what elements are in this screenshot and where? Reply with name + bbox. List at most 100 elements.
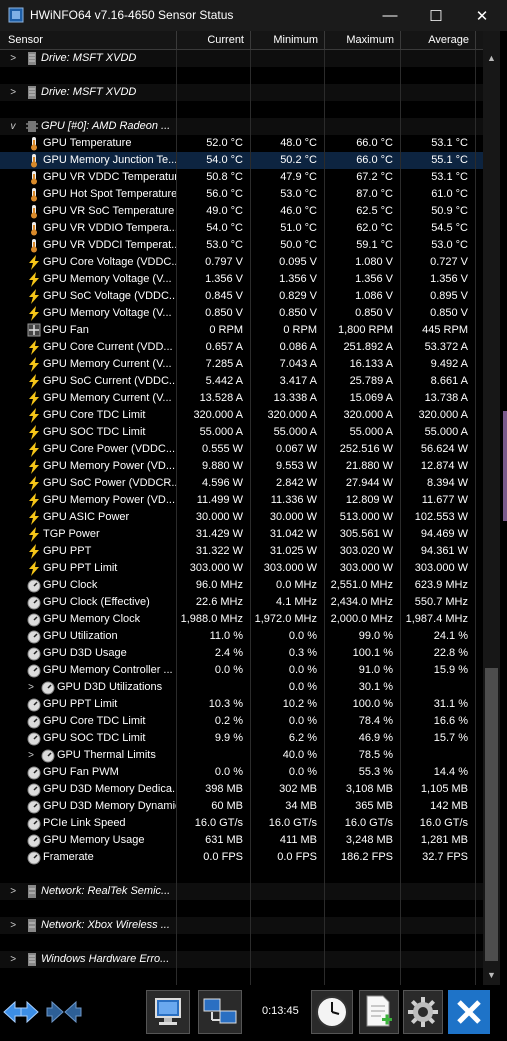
sensor-name-cell: > GPU Thermal Limits xyxy=(0,747,177,764)
lightning-icon xyxy=(27,493,41,508)
logging-button[interactable] xyxy=(359,990,399,1034)
sensor-row[interactable]: GPU VR SoC Temperature 49.0 °C 46.0 °C 62.5… xyxy=(0,203,483,220)
sensor-row[interactable]: GPU Temperature 52.0 °C 48.0 °C 66.0 °C 53.1… xyxy=(0,135,483,152)
close-sensors-button[interactable] xyxy=(448,990,490,1034)
scroll-down-arrow-icon[interactable]: ▼ xyxy=(483,967,500,984)
sensor-row[interactable]: GPU Core TDC Limit 320.000 A 320.000 A 320.… xyxy=(0,407,483,424)
sensor-row[interactable]: GPU Hot Spot Temperature 56.0 °C 53.0 °C 87… xyxy=(0,186,483,203)
network-computers-button[interactable] xyxy=(198,990,242,1034)
sensor-row[interactable]: TGP Power 31.429 W 31.042 W 305.561 W 94.469… xyxy=(0,526,483,543)
sensor-row[interactable]: GPU PPT Limit 10.3 % 10.2 % 100.0 % 31.1 % xyxy=(0,696,483,713)
sensor-row[interactable]: GPU SOC TDC Limit 9.9 % 6.2 % 46.9 % 15.7 % xyxy=(0,730,483,747)
sensor-row[interactable]: GPU Memory Power (VD... 9.880 W 9.553 W 21.… xyxy=(0,458,483,475)
sensor-row[interactable]: GPU VR VDDCI Temperat... 53.0 °C 50.0 °C 59… xyxy=(0,237,483,254)
sensor-row[interactable]: GPU Memory Voltage (V... 0.850 V 0.850 V 0.… xyxy=(0,305,483,322)
minimize-button[interactable]: — xyxy=(367,0,413,31)
sensor-row[interactable]: GPU VR VDDIO Tempera... 54.0 °C 51.0 °C 62.… xyxy=(0,220,483,237)
lightning-icon xyxy=(27,306,41,321)
sensor-row[interactable]: GPU Fan PWM 0.0 % 0.0 % 55.3 % 14.4 % xyxy=(0,764,483,781)
expand-chevron-icon[interactable]: > xyxy=(8,50,18,67)
sensor-name-cell: GPU Memory Voltage (V... xyxy=(0,305,177,322)
sensor-row[interactable]: GPU Memory Current (V... 7.285 A 7.043 A 16… xyxy=(0,356,483,373)
sensor-row[interactable]: PCIe Link Speed 16.0 GT/s 16.0 GT/s 16.0 GT… xyxy=(0,815,483,832)
sensor-group-row[interactable]: v GPU [#0]: AMD Radeon ... xyxy=(0,118,483,135)
sensor-row[interactable]: GPU VR VDDC Temperature 50.8 °C 47.9 °C 67.… xyxy=(0,169,483,186)
monitor-button[interactable] xyxy=(146,990,190,1034)
sensor-row[interactable]: GPU Utilization 11.0 % 0.0 % 99.0 % 24.1 % xyxy=(0,628,483,645)
maximum-value: 16.133 A xyxy=(325,356,401,373)
window-title: HWiNFO64 v7.16-4650 Sensor Status xyxy=(30,8,234,22)
gauge-icon xyxy=(41,748,55,763)
sensor-row[interactable]: GPU D3D Usage 2.4 % 0.3 % 100.1 % 22.8 % xyxy=(0,645,483,662)
sensor-row[interactable]: GPU Core Voltage (VDDC... 0.797 V 0.095 V1… xyxy=(0,254,483,271)
expand-arrows-button[interactable] xyxy=(2,990,40,1034)
sensor-label: GPU VR VDDIO Tempera... xyxy=(43,222,177,234)
sensor-row[interactable]: GPU SoC Voltage (VDDC... 0.845 V 0.829 V 1.… xyxy=(0,288,483,305)
current-value xyxy=(177,118,251,135)
sensor-row[interactable]: GPU Core Power (VDDC... 0.555 W 0.067 W 252… xyxy=(0,441,483,458)
sensor-row[interactable]: GPU Clock 96.0 MHz 0.0 MHz 2,551.0 MHz 623.9… xyxy=(0,577,483,594)
reset-timer-button[interactable] xyxy=(311,990,353,1034)
sensor-row[interactable]: GPU SOC TDC Limit 55.000 A 55.000 A 55.000 … xyxy=(0,424,483,441)
sensor-row[interactable]: GPU Core Current (VDD... 0.657 A 0.086 A 25… xyxy=(0,339,483,356)
column-header-current[interactable]: Current xyxy=(177,31,251,49)
thermometer-icon xyxy=(27,136,41,151)
collapse-chevron-icon[interactable]: v xyxy=(8,118,18,135)
blank-cell xyxy=(0,101,177,118)
minimum-value xyxy=(251,50,325,67)
sensor-label: GPU Core TDC Limit xyxy=(43,715,146,727)
sensor-row[interactable]: GPU Memory Voltage (V... 1.356 V 1.356 V 1.… xyxy=(0,271,483,288)
sensor-row[interactable]: GPU D3D Memory Dynamic 60 MB 34 MB 365 MB 14… xyxy=(0,798,483,815)
sensor-group-row[interactable]: > Drive: MSFT XVDD xyxy=(0,84,483,101)
minimum-value: 0.0 % xyxy=(251,764,325,781)
sensor-row[interactable]: GPU Core TDC Limit 0.2 % 0.0 % 78.4 % 16.6 % xyxy=(0,713,483,730)
current-value: 7.285 A xyxy=(177,356,251,373)
column-header-minimum[interactable]: Minimum xyxy=(251,31,325,49)
sensor-row[interactable]: GPU Memory Clock 1,988.0 MHz 1,972.0 MHz 2,… xyxy=(0,611,483,628)
sensor-row[interactable]: GPU Clock (Effective) 22.6 MHz 4.1 MHz 2,43… xyxy=(0,594,483,611)
expand-chevron-icon[interactable]: > xyxy=(8,951,18,968)
expand-chevron-icon[interactable]: > xyxy=(8,917,18,934)
sensor-row[interactable]: GPU PPT Limit 303.000 W 303.000 W 303.000 W… xyxy=(0,560,483,577)
current-value: 320.000 A xyxy=(177,407,251,424)
sensor-group-row[interactable]: > Windows Hardware Erro... xyxy=(0,951,483,968)
blank-row xyxy=(0,67,483,84)
sensor-subgroup-row[interactable]: > GPU D3D Utilizations 0.0 % 30.1 % xyxy=(0,679,483,696)
sensor-group-row[interactable]: > Network: RealTek Semic... xyxy=(0,883,483,900)
sensor-row[interactable]: Framerate 0.0 FPS 0.0 FPS 186.2 FPS 32.7 FPS xyxy=(0,849,483,866)
sensor-row[interactable]: GPU Memory Current (V... 13.528 A 13.338 A… xyxy=(0,390,483,407)
scrollbar-thumb[interactable] xyxy=(485,668,498,961)
sensor-row[interactable]: GPU D3D Memory Dedica... 398 MB 302 MB 3,10… xyxy=(0,781,483,798)
sensor-row[interactable]: GPU Fan 0 RPM 0 RPM 1,800 RPM 445 RPM xyxy=(0,322,483,339)
expand-chevron-icon[interactable]: > xyxy=(26,679,36,696)
sensor-label: GPU Core Power (VDDC... xyxy=(43,443,176,455)
clock-icon xyxy=(316,996,348,1028)
fan-icon xyxy=(27,323,41,338)
expand-chevron-icon[interactable]: > xyxy=(26,747,36,764)
expand-chevron-icon[interactable]: > xyxy=(8,84,18,101)
maximize-button[interactable]: ☐ xyxy=(413,0,459,31)
column-header-maximum[interactable]: Maximum xyxy=(325,31,401,49)
column-header-sensor[interactable]: Sensor xyxy=(0,31,177,49)
sensor-row[interactable]: GPU ASIC Power 30.000 W 30.000 W 513.000 W1… xyxy=(0,509,483,526)
sensor-name-cell: > GPU D3D Utilizations xyxy=(0,679,177,696)
sensor-row[interactable]: GPU SoC Current (VDDC... 5.442 A 3.417 A 25… xyxy=(0,373,483,390)
sensor-row[interactable]: GPU Memory Power (VD... 11.499 W 11.336 W1… xyxy=(0,492,483,509)
vertical-scrollbar[interactable]: ▲ ▼ xyxy=(483,31,500,985)
sensor-row[interactable]: GPU Memory Usage 631 MB 411 MB 3,248 MB 1,28… xyxy=(0,832,483,849)
sensor-group-row[interactable]: > Drive: MSFT XVDD xyxy=(0,50,483,67)
maximum-value: 21.880 W xyxy=(325,458,401,475)
sensor-row[interactable]: GPU Memory Controller ... 0.0 % 0.0 % 91.0 … xyxy=(0,662,483,679)
column-header-average[interactable]: Average xyxy=(401,31,476,49)
sensor-row[interactable]: GPU SoC Power (VDDCR... 4.596 W 2.842 W 27.… xyxy=(0,475,483,492)
sensor-row[interactable]: GPU Memory Junction Te... 54.0 °C 50.2 °C 6… xyxy=(0,152,483,169)
sensor-subgroup-row[interactable]: > GPU Thermal Limits 40.0 % 78.5 % xyxy=(0,747,483,764)
lightning-icon xyxy=(27,476,41,491)
settings-button[interactable] xyxy=(403,990,443,1034)
expand-chevron-icon[interactable]: > xyxy=(8,883,18,900)
sensor-row[interactable]: GPU PPT 31.322 W 31.025 W 303.020 W 94.361 W xyxy=(0,543,483,560)
sensor-group-row[interactable]: > Network: Xbox Wireless ... xyxy=(0,917,483,934)
collapse-arrows-button[interactable] xyxy=(45,990,83,1034)
close-window-button[interactable]: ✕ xyxy=(459,0,505,31)
scroll-up-arrow-icon[interactable]: ▲ xyxy=(483,50,500,67)
